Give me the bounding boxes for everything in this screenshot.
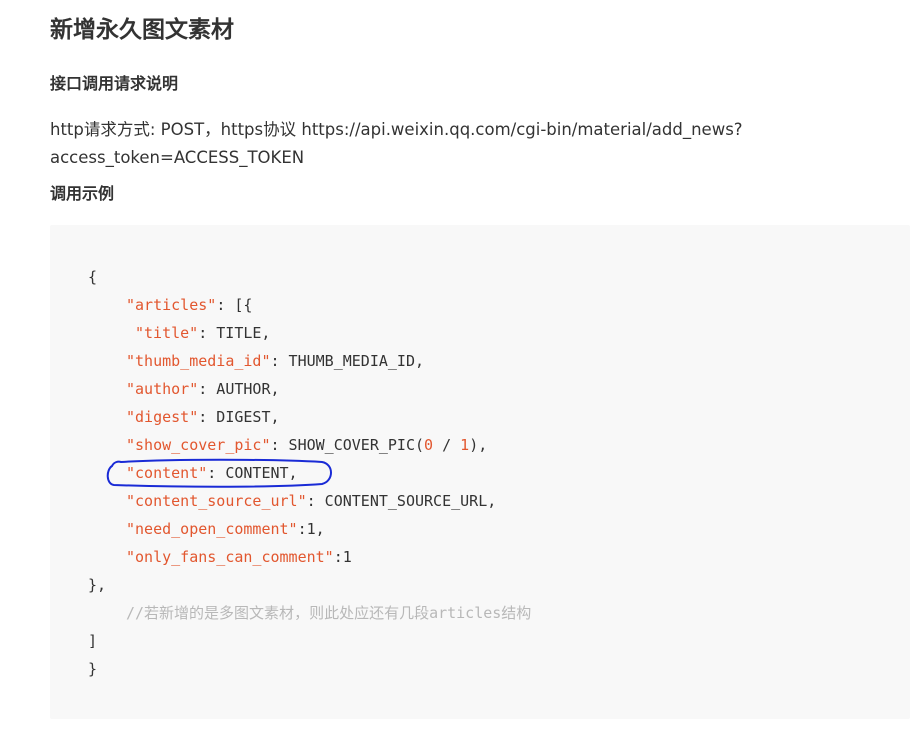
code-text: ] <box>88 632 98 650</box>
code-line-articles: "articles": [{ <box>126 291 252 319</box>
code-text: :1, <box>297 520 325 538</box>
code-line-content: "content": CONTENT, <box>126 459 298 487</box>
json-key: "content" <box>126 464 208 482</box>
section-heading-interface: 接口调用请求说明 <box>50 74 179 93</box>
code-text: ), <box>469 436 488 454</box>
code-line-need-open-comment: "need_open_comment":1, <box>126 515 325 543</box>
code-line-title: "title": TITLE, <box>135 319 270 347</box>
code-text: : [{ <box>216 296 253 314</box>
code-line-close-item: }, <box>88 571 106 599</box>
code-line-show-cover-pic: "show_cover_pic": SHOW_COVER_PIC(0 / 1), <box>126 431 487 459</box>
code-line-close-brace: } <box>88 655 97 683</box>
code-text: { <box>88 268 98 286</box>
code-block: { "articles": [{ "title": TITLE, "thumb_… <box>50 225 910 719</box>
code-text: / <box>433 436 461 454</box>
page-title: 新增永久图文素材 <box>50 17 234 43</box>
code-text: }, <box>88 576 107 594</box>
json-key: "only_fans_can_comment" <box>126 548 334 566</box>
code-line-author: "author": AUTHOR, <box>126 375 280 403</box>
code-line-digest: "digest": DIGEST, <box>126 403 280 431</box>
code-text: :1 <box>333 548 352 566</box>
json-key: "content_source_url" <box>126 492 307 510</box>
json-key: "need_open_comment" <box>126 520 298 538</box>
json-key: "digest" <box>126 408 199 426</box>
code-line-open-brace: { <box>88 263 97 291</box>
code-line-only-fans-can-comment: "only_fans_can_comment":1 <box>126 543 352 571</box>
request-description: http请求方式: POST，https协议 https://api.weixi… <box>50 116 900 172</box>
code-line-thumb-media-id: "thumb_media_id": THUMB_MEDIA_ID, <box>126 347 424 375</box>
json-key: "thumb_media_id" <box>126 352 271 370</box>
json-key: "author" <box>126 380 199 398</box>
code-text: : DIGEST, <box>198 408 280 426</box>
section-heading-example: 调用示例 <box>50 184 115 203</box>
code-text: : THUMB_MEDIA_ID, <box>270 352 425 370</box>
code-text: : TITLE, <box>198 324 271 342</box>
code-line-content-source-url: "content_source_url": CONTENT_SOURCE_URL… <box>126 487 496 515</box>
json-key: "show_cover_pic" <box>126 436 271 454</box>
code-comment: //若新增的是多图文素材，则此处应还有几段articles结构 <box>126 604 532 622</box>
code-text: : SHOW_COVER_PIC( <box>270 436 425 454</box>
code-number: 1 <box>460 436 470 454</box>
request-description-line-1: http请求方式: POST，https协议 https://api.weixi… <box>50 120 743 139</box>
code-text: : CONTENT_SOURCE_URL, <box>306 492 497 510</box>
code-text: : AUTHOR, <box>198 380 280 398</box>
request-description-line-2: access_token=ACCESS_TOKEN <box>50 148 305 167</box>
code-number: 0 <box>424 436 434 454</box>
json-key: "title" <box>135 324 199 342</box>
code-text: } <box>88 660 98 678</box>
json-key: "articles" <box>126 296 217 314</box>
code-line-close-array: ] <box>88 627 97 655</box>
code-text: : CONTENT, <box>207 464 298 482</box>
